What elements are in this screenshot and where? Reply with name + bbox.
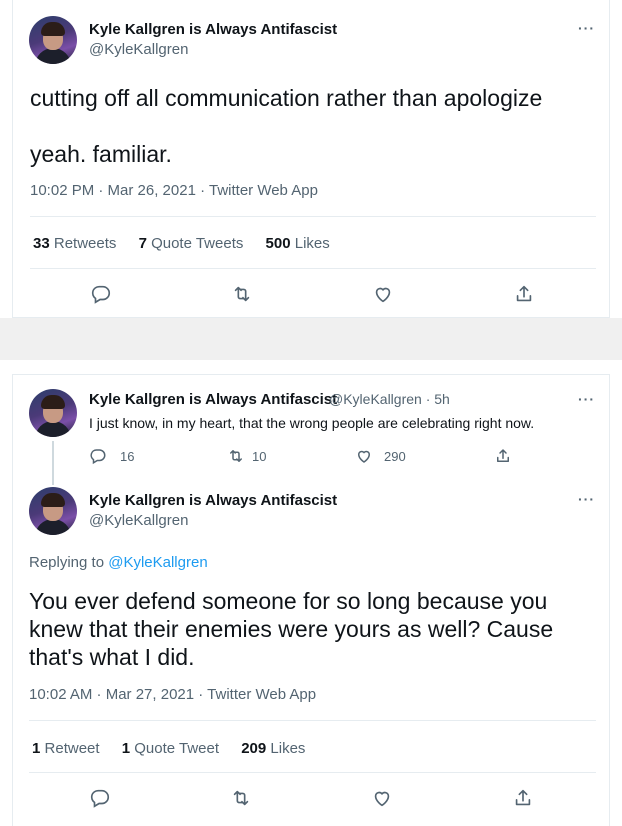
retweet-icon[interactable] bbox=[227, 447, 245, 465]
like-icon[interactable] bbox=[355, 447, 373, 465]
quotes-stat[interactable]: 1 Quote Tweet bbox=[122, 740, 219, 757]
separator-gap bbox=[0, 318, 622, 360]
likes-stat[interactable]: 209 Likes bbox=[241, 740, 305, 757]
tweet-text-line-2: yeah. familiar. bbox=[30, 141, 172, 167]
likes-count: 500 bbox=[265, 235, 291, 252]
retweets-count: 33 bbox=[33, 235, 50, 252]
share-icon[interactable] bbox=[494, 447, 512, 465]
replying-to-label: Replying to bbox=[29, 554, 105, 571]
reply-icon[interactable] bbox=[89, 787, 111, 809]
retweets-count: 1 bbox=[32, 740, 41, 757]
likes-label: Likes bbox=[294, 235, 330, 252]
tweet-text-line-1: You ever defend someone for so long beca… bbox=[29, 588, 548, 614]
handle[interactable]: @KyleKallgren bbox=[89, 41, 188, 58]
tweet-text-line-2: knew that their enemies were yours as we… bbox=[29, 616, 554, 642]
avatar[interactable] bbox=[29, 16, 77, 64]
reply-count: 16 bbox=[120, 449, 135, 464]
tweet-timestamp[interactable]: 10:02 AM · Mar 27, 2021 · Twitter Web Ap… bbox=[29, 686, 316, 703]
tweet-text-line-3: that's what I did. bbox=[29, 644, 195, 670]
likes-stat[interactable]: 500 Likes bbox=[266, 235, 330, 252]
retweets-label: Retweets bbox=[53, 235, 117, 252]
tweet-stats: 1 Retweet 1 Quote Tweet 209 Likes bbox=[32, 740, 323, 757]
replying-to-mention[interactable]: @KyleKallgren bbox=[108, 554, 207, 571]
quotes-label: Quote Tweet bbox=[134, 740, 220, 757]
tweet-stats: 33 Retweets 7 Quote Tweets 500 Likes bbox=[33, 235, 348, 252]
more-options-icon[interactable]: ··· bbox=[578, 491, 595, 507]
reply-icon[interactable] bbox=[89, 447, 107, 465]
retweet-icon[interactable] bbox=[230, 787, 252, 809]
replying-to: Replying to @KyleKallgren bbox=[29, 554, 208, 571]
like-count: 290 bbox=[384, 449, 406, 464]
handle[interactable]: @KyleKallgren bbox=[89, 512, 188, 529]
retweets-stat[interactable]: 1 Retweet bbox=[32, 740, 100, 757]
display-name[interactable]: Kyle Kallgren is Always Antifascist bbox=[89, 492, 337, 509]
more-options-icon[interactable]: ··· bbox=[578, 20, 595, 36]
like-icon[interactable] bbox=[371, 787, 393, 809]
likes-count: 209 bbox=[241, 740, 267, 757]
avatar[interactable] bbox=[29, 487, 77, 535]
quotes-count: 7 bbox=[138, 235, 147, 252]
parent-tweet-text: I just know, in my heart, that the wrong… bbox=[89, 415, 535, 431]
handle-and-time[interactable]: @KyleKallgren · 5h bbox=[329, 391, 450, 407]
quotes-label: Quote Tweets bbox=[151, 235, 244, 252]
tweet-card-1: Kyle Kallgren is Always Antifascist @Kyl… bbox=[12, 0, 610, 318]
divider bbox=[29, 772, 596, 773]
thread-line bbox=[52, 441, 54, 485]
display-name[interactable]: Kyle Kallgren is Always Antifascist bbox=[89, 21, 337, 38]
quotes-stat[interactable]: 7 Quote Tweets bbox=[139, 235, 244, 252]
share-icon[interactable] bbox=[512, 787, 534, 809]
retweet-count: 10 bbox=[252, 449, 267, 464]
divider bbox=[29, 720, 596, 721]
quotes-count: 1 bbox=[121, 740, 131, 757]
retweets-label: Retweet bbox=[44, 740, 100, 757]
tweet-card-2: Kyle Kallgren is Always Antifascist @Kyl… bbox=[12, 374, 610, 826]
retweets-stat[interactable]: 33 Retweets bbox=[33, 235, 116, 252]
display-name[interactable]: Kyle Kallgren is Always Antifascist bbox=[89, 391, 337, 408]
share-icon[interactable] bbox=[513, 283, 535, 305]
reply-icon[interactable] bbox=[90, 283, 112, 305]
likes-label: Likes bbox=[270, 740, 306, 757]
avatar[interactable] bbox=[29, 389, 77, 437]
tweet-text-line-1: cutting off all communication rather tha… bbox=[30, 85, 543, 111]
retweet-icon[interactable] bbox=[231, 283, 253, 305]
like-icon[interactable] bbox=[372, 283, 394, 305]
more-options-icon[interactable]: ··· bbox=[578, 391, 595, 407]
divider bbox=[30, 268, 596, 269]
divider bbox=[30, 216, 596, 217]
tweet-timestamp[interactable]: 10:02 PM · Mar 26, 2021 · Twitter Web Ap… bbox=[30, 182, 318, 199]
